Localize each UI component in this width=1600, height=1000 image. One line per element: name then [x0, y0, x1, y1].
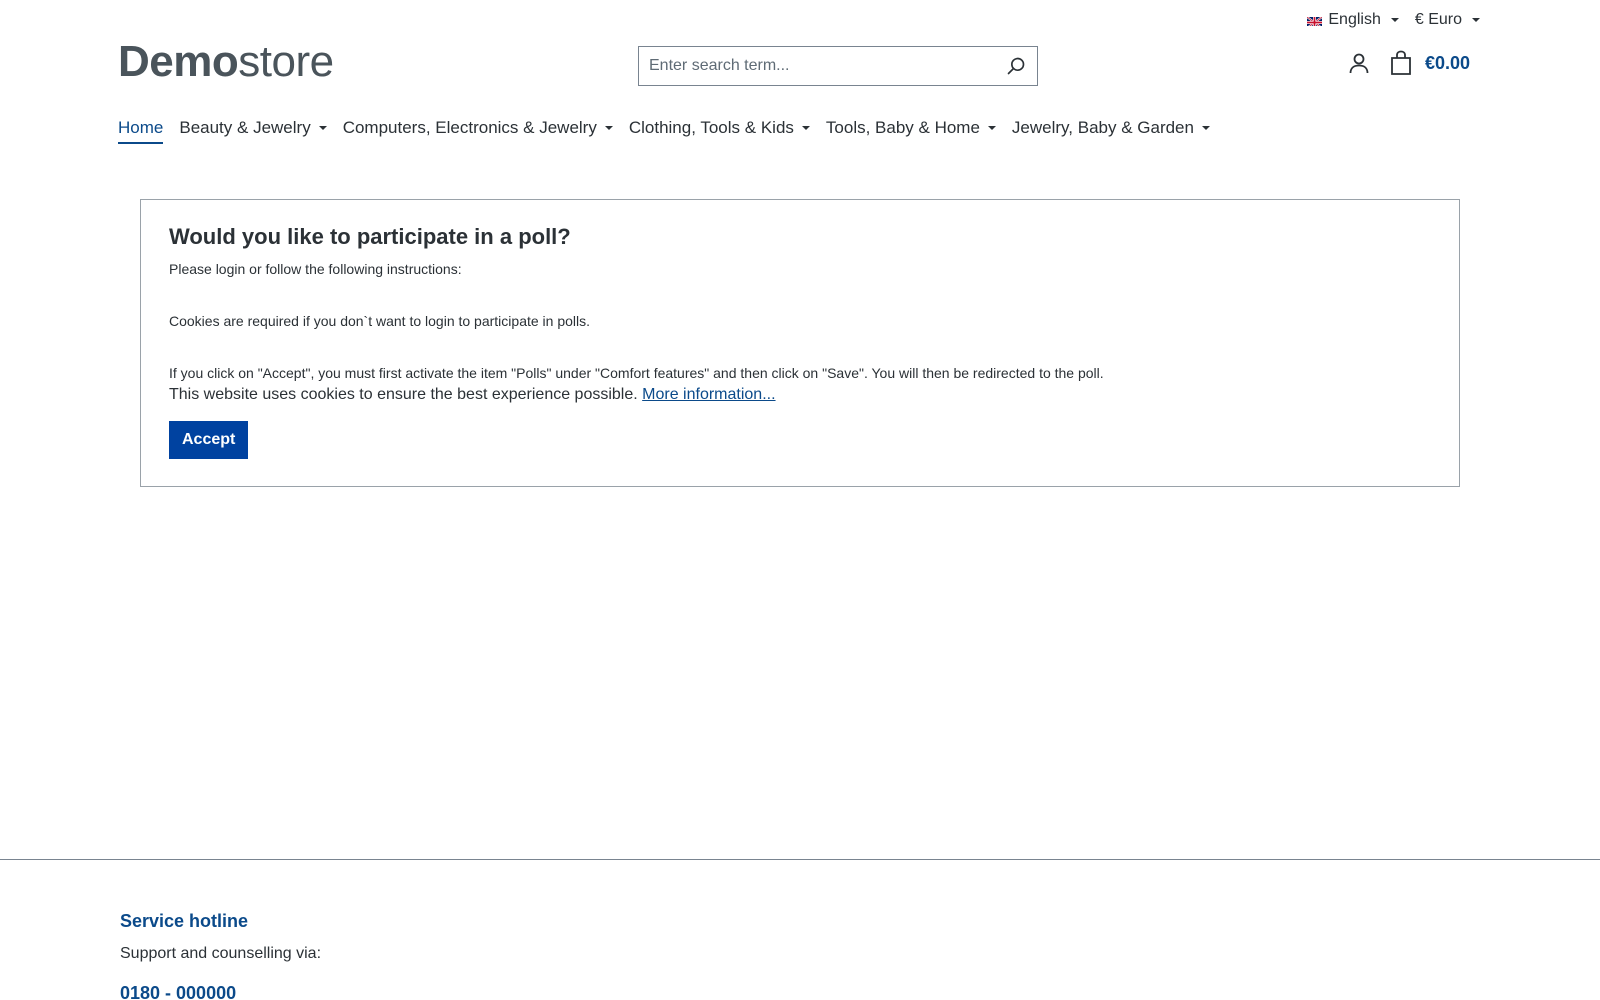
- hotline-phone-link[interactable]: 0180 - 000000: [120, 983, 236, 1000]
- nav-item-label: Jewelry, Baby & Garden: [1011, 118, 1194, 137]
- nav-item-jewelry-baby-garden[interactable]: Jewelry, Baby & Garden: [1012, 118, 1210, 144]
- nav-item-label: Tools, Baby & Home: [825, 118, 980, 137]
- poll-title: Would you like to participate in a poll?: [169, 224, 571, 249]
- page: English € Euro Demostore Enter search te…: [0, 0, 1600, 1000]
- nav-item-label: Computers, Electronics & Jewelry: [342, 118, 597, 137]
- currency-label: € Euro: [1414, 11, 1462, 28]
- logo-light: store: [238, 37, 334, 86]
- logo-bold: Demo: [118, 37, 239, 86]
- nav-item-computers-electronics-jewelry[interactable]: Computers, Electronics & Jewelry: [343, 118, 613, 144]
- language-dropdown[interactable]: English: [1307, 11, 1399, 29]
- chevron-down-icon: [801, 126, 810, 130]
- poll-accept-instructions: If you click on "Accept", you must first…: [169, 365, 1104, 381]
- cookie-notice: This website uses cookies to ensure the …: [169, 386, 1431, 404]
- poll-cookies-required: Cookies are required if you don`t want t…: [169, 313, 591, 329]
- nav-item-tools-baby-home[interactable]: Tools, Baby & Home: [826, 118, 996, 144]
- header-actions: €0.00: [1347, 50, 1470, 76]
- nav-item-clothing-tools-kids[interactable]: Clothing, Tools & Kids: [629, 118, 810, 144]
- footer-divider: [0, 859, 1600, 860]
- chevron-down-icon: [1472, 18, 1480, 22]
- cookie-notice-text: This website uses cookies to ensure the …: [169, 386, 638, 403]
- account-button[interactable]: [1347, 51, 1371, 75]
- user-icon: [1349, 53, 1369, 74]
- chevron-down-icon: [1201, 126, 1210, 130]
- more-information-link[interactable]: More information...: [642, 386, 775, 403]
- nav-item-home[interactable]: Home: [118, 118, 164, 144]
- search-bar: [638, 46, 1038, 86]
- chevron-down-icon: [987, 126, 996, 130]
- footer-title: Service hotline: [120, 911, 249, 931]
- search-input[interactable]: [639, 47, 995, 85]
- accept-button[interactable]: Accept: [169, 421, 249, 459]
- chevron-down-icon: [1390, 18, 1399, 22]
- cart-button[interactable]: €0.00: [1389, 50, 1470, 76]
- nav-item-label: Home: [118, 118, 164, 137]
- logo[interactable]: Demostore: [118, 40, 334, 84]
- cart-total: €0.00: [1424, 52, 1470, 73]
- search-button[interactable]: [995, 47, 1037, 85]
- chevron-down-icon: [604, 126, 613, 130]
- nav-item-beauty-jewelry[interactable]: Beauty & Jewelry: [179, 118, 327, 144]
- currency-dropdown[interactable]: € Euro: [1415, 11, 1480, 29]
- nav-item-label: Clothing, Tools & Kids: [628, 118, 794, 137]
- poll-box: Would you like to participate in a poll?…: [140, 199, 1460, 487]
- nav-item-label: Beauty & Jewelry: [179, 118, 311, 137]
- search-icon: [1007, 57, 1025, 75]
- shopping-bag-icon: [1391, 50, 1411, 75]
- poll-intro: Please login or follow the following ins…: [169, 261, 462, 277]
- language-label: English: [1328, 11, 1381, 28]
- uk-flag-icon: [1307, 15, 1323, 26]
- footer-text: Support and counselling via:: [120, 945, 322, 962]
- main-nav: Home Beauty & Jewelry Computers, Electro…: [118, 118, 1210, 144]
- top-bar: English € Euro: [1307, 8, 1480, 32]
- chevron-down-icon: [318, 126, 327, 130]
